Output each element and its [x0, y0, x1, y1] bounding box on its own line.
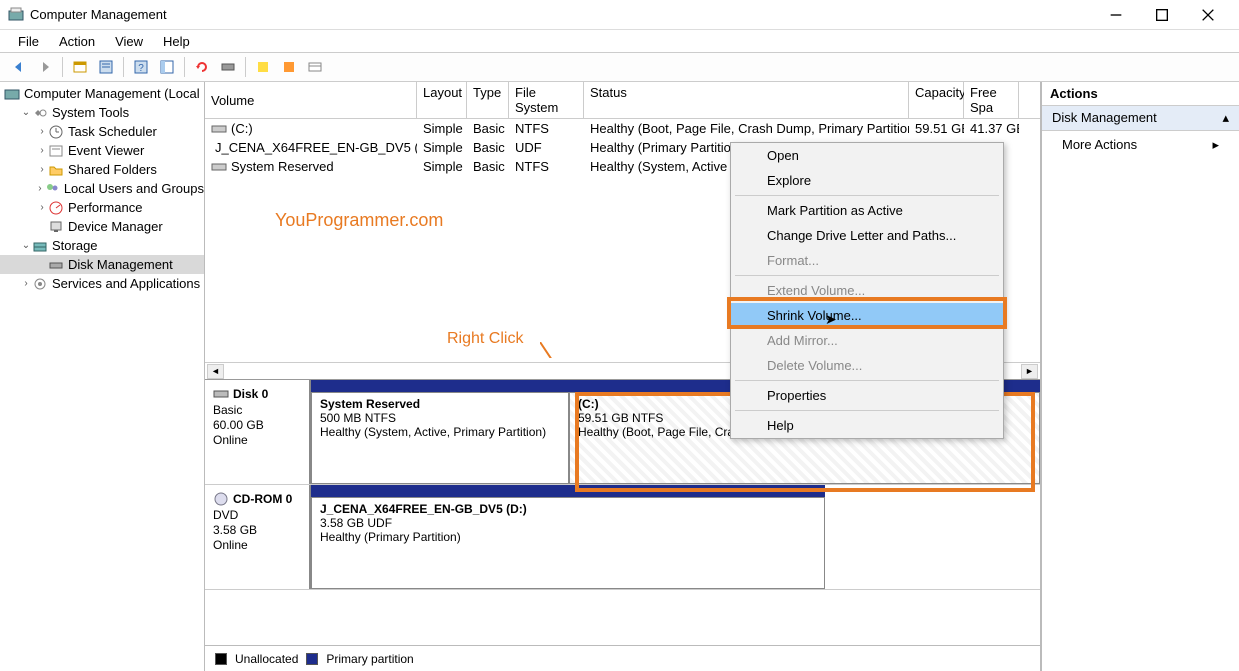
- ctx-explore[interactable]: Explore: [731, 168, 1003, 193]
- tree-label: Services and Applications: [52, 276, 200, 291]
- tree-system-tools[interactable]: ⌄System Tools: [0, 103, 204, 122]
- tb-orange[interactable]: [278, 56, 300, 78]
- cursor-icon: ➤: [825, 311, 837, 328]
- minimize-button[interactable]: [1093, 0, 1139, 30]
- ctx-format[interactable]: Format...: [731, 248, 1003, 273]
- tree-performance[interactable]: ›Performance: [0, 198, 204, 217]
- forward-button[interactable]: [34, 56, 56, 78]
- tb-view1[interactable]: [156, 56, 178, 78]
- tree-label: Device Manager: [68, 219, 163, 234]
- disk-row: CD-ROM 0 DVD 3.58 GB Online J_CENA_X64FR…: [205, 485, 1040, 590]
- properties-button[interactable]: [95, 56, 117, 78]
- ctx-open[interactable]: Open: [731, 143, 1003, 168]
- tree-event-viewer[interactable]: ›Event Viewer: [0, 141, 204, 160]
- tree-storage[interactable]: ⌄Storage: [0, 236, 204, 255]
- annotation-rightclick: Right Click: [447, 330, 523, 348]
- col-free[interactable]: Free Spa: [964, 82, 1019, 118]
- help-button[interactable]: ?: [130, 56, 152, 78]
- app-icon: [8, 7, 24, 23]
- tree-services-apps[interactable]: ›Services and Applications: [0, 274, 204, 293]
- tree-local-users[interactable]: ›Local Users and Groups: [0, 179, 204, 198]
- tree-shared-folders[interactable]: ›Shared Folders: [0, 160, 204, 179]
- ctx-add-mirror[interactable]: Add Mirror...: [731, 328, 1003, 353]
- col-volume[interactable]: Volume: [205, 82, 417, 118]
- titlebar: Computer Management: [0, 0, 1239, 30]
- window-title: Computer Management: [30, 7, 1093, 22]
- toolbar: ?: [0, 52, 1239, 82]
- vol-name: (C:): [231, 121, 253, 136]
- context-menu: Open Explore Mark Partition as Active Ch…: [730, 142, 1004, 439]
- tree-label: Local Users and Groups: [64, 181, 204, 196]
- menu-file[interactable]: File: [8, 32, 49, 51]
- collapse-icon: ▴: [1222, 110, 1229, 126]
- tree-root[interactable]: Computer Management (Local: [0, 84, 204, 103]
- col-status[interactable]: Status: [584, 82, 909, 118]
- ctx-delete[interactable]: Delete Volume...: [731, 353, 1003, 378]
- menu-help[interactable]: Help: [153, 32, 200, 51]
- tb-disk[interactable]: [217, 56, 239, 78]
- ctx-shrink[interactable]: Shrink Volume...: [731, 303, 1003, 328]
- show-hide-tree-button[interactable]: [69, 56, 91, 78]
- watermark: YouProgrammer.com: [275, 210, 443, 231]
- tree-label: Task Scheduler: [68, 124, 157, 139]
- disk-info[interactable]: CD-ROM 0 DVD 3.58 GB Online: [205, 485, 311, 589]
- list-row[interactable]: (C:) Simple Basic NTFS Healthy (Boot, Pa…: [205, 119, 1040, 138]
- refresh-button[interactable]: [191, 56, 213, 78]
- actions-header: Actions: [1042, 82, 1239, 106]
- legend-swatch-unallocated: [215, 653, 227, 665]
- volume-block[interactable]: J_CENA_X64FREE_EN-GB_DV5 (D:) 3.58 GB UD…: [311, 497, 825, 589]
- tree-device-manager[interactable]: Device Manager: [0, 217, 204, 236]
- col-layout[interactable]: Layout: [417, 82, 467, 118]
- actions-group[interactable]: Disk Management▴: [1042, 106, 1239, 131]
- actions-pane: Actions Disk Management▴ More Actions▸: [1041, 82, 1239, 671]
- back-button[interactable]: [8, 56, 30, 78]
- col-capacity[interactable]: Capacity: [909, 82, 964, 118]
- vol-name: System Reserved: [231, 159, 334, 174]
- tree-label: Storage: [52, 238, 98, 253]
- nav-tree: Computer Management (Local ⌄System Tools…: [0, 82, 205, 671]
- svg-text:?: ?: [138, 63, 144, 74]
- ctx-properties[interactable]: Properties: [731, 383, 1003, 408]
- ctx-change-letter[interactable]: Change Drive Letter and Paths...: [731, 223, 1003, 248]
- vol-name: J_CENA_X64FREE_EN-GB_DV5 (D:): [215, 140, 417, 155]
- disk-info[interactable]: Disk 0 Basic 60.00 GB Online: [205, 380, 311, 484]
- tree-label: Shared Folders: [68, 162, 157, 177]
- disk-header-strip: [311, 485, 825, 497]
- volume-block[interactable]: System Reserved 500 MB NTFS Healthy (Sys…: [311, 392, 569, 484]
- close-button[interactable]: [1185, 0, 1231, 30]
- tree-disk-management[interactable]: Disk Management: [0, 255, 204, 274]
- action-more[interactable]: More Actions▸: [1042, 131, 1239, 159]
- annotation-arrow: [540, 342, 556, 358]
- legend-swatch-primary: [306, 653, 318, 665]
- chevron-right-icon: ▸: [1212, 137, 1219, 153]
- tree-label: Event Viewer: [68, 143, 144, 158]
- tree-label: Computer Management (Local: [24, 86, 200, 101]
- legend: Unallocated Primary partition: [205, 645, 1040, 671]
- ctx-help[interactable]: Help: [731, 413, 1003, 438]
- list-header: Volume Layout Type File System Status Ca…: [205, 82, 1040, 119]
- col-type[interactable]: Type: [467, 82, 509, 118]
- tb-yellow[interactable]: [252, 56, 274, 78]
- tb-list-icon[interactable]: [304, 56, 326, 78]
- tree-label: Performance: [68, 200, 142, 215]
- menu-action[interactable]: Action: [49, 32, 105, 51]
- maximize-button[interactable]: [1139, 0, 1185, 30]
- menu-view[interactable]: View: [105, 32, 153, 51]
- col-filesystem[interactable]: File System: [509, 82, 584, 118]
- menubar: File Action View Help: [0, 30, 1239, 52]
- tree-task-scheduler[interactable]: ›Task Scheduler: [0, 122, 204, 141]
- tree-label: Disk Management: [68, 257, 173, 272]
- ctx-extend[interactable]: Extend Volume...: [731, 278, 1003, 303]
- ctx-mark-active[interactable]: Mark Partition as Active: [731, 198, 1003, 223]
- tree-label: System Tools: [52, 105, 129, 120]
